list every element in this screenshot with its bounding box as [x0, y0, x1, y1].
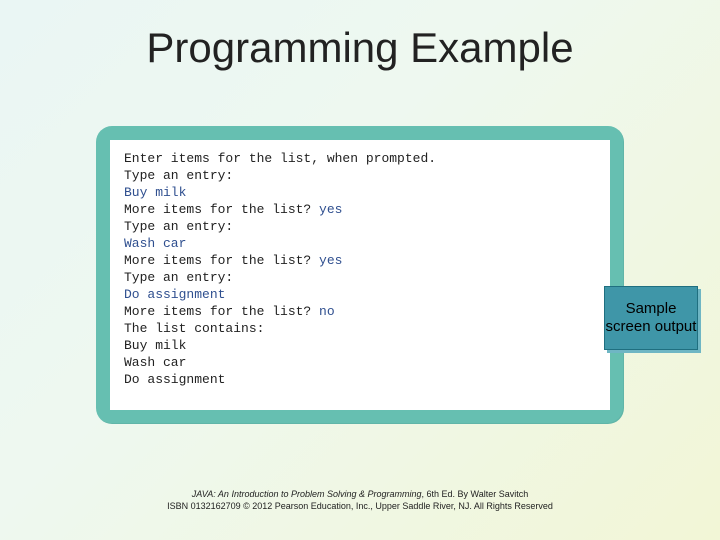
console-line: Type an entry: [124, 269, 596, 286]
user-input-text: yes [319, 253, 342, 268]
prompt-text: More items for the list? [124, 202, 319, 217]
user-input-text: Wash car [124, 236, 186, 251]
console-line: Wash car [124, 235, 596, 252]
callout-label: Sample screen output [605, 300, 697, 336]
console-line: Wash car [124, 354, 596, 371]
console-line: Do assignment [124, 286, 596, 303]
console-line: Do assignment [124, 371, 596, 388]
console-line: Type an entry: [124, 218, 596, 235]
output-text: Type an entry: [124, 219, 233, 234]
callout-sample-output: Sample screen output [604, 286, 698, 350]
console-line: Buy milk [124, 337, 596, 354]
output-text: Type an entry: [124, 168, 233, 183]
console-line: The list contains: [124, 320, 596, 337]
user-input-text: yes [319, 202, 342, 217]
user-input-text: Do assignment [124, 287, 225, 302]
console-line: Enter items for the list, when prompted. [124, 150, 596, 167]
footer-book-title: JAVA: An Introduction to Problem Solving… [192, 489, 422, 499]
footer-line1-rest: , 6th Ed. By Walter Savitch [422, 489, 529, 499]
output-text: Type an entry: [124, 270, 233, 285]
output-text: The list contains: [124, 321, 264, 336]
output-text: Enter items for the list, when prompted. [124, 151, 436, 166]
console-line: More items for the list? yes [124, 201, 596, 218]
footer-line-2: ISBN 0132162709 © 2012 Pearson Education… [0, 500, 720, 512]
user-input-text: no [319, 304, 335, 319]
user-input-text: Buy milk [124, 185, 186, 200]
console-output: Enter items for the list, when prompted.… [110, 140, 610, 410]
console-line: Type an entry: [124, 167, 596, 184]
prompt-text: More items for the list? [124, 253, 319, 268]
output-text: Wash car [124, 355, 186, 370]
output-text: Do assignment [124, 372, 225, 387]
console-line: Buy milk [124, 184, 596, 201]
console-line: More items for the list? no [124, 303, 596, 320]
console-line: More items for the list? yes [124, 252, 596, 269]
slide-footer: JAVA: An Introduction to Problem Solving… [0, 488, 720, 512]
slide: Programming Example Enter items for the … [0, 0, 720, 540]
output-text: Buy milk [124, 338, 186, 353]
footer-line-1: JAVA: An Introduction to Problem Solving… [0, 488, 720, 500]
console-frame: Enter items for the list, when prompted.… [96, 126, 624, 424]
prompt-text: More items for the list? [124, 304, 319, 319]
slide-title: Programming Example [0, 24, 720, 72]
